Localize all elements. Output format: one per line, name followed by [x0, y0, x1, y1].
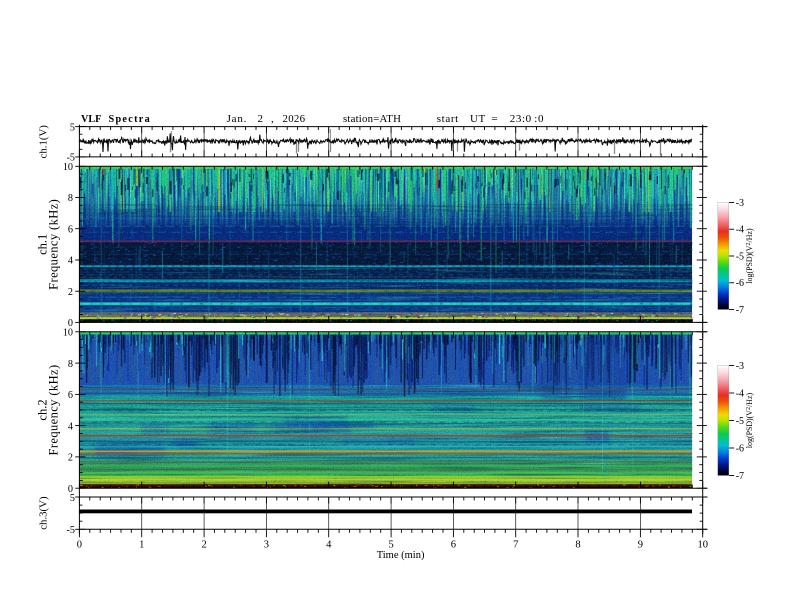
svg-text:-4: -4	[736, 225, 744, 236]
svg-text:-7: -7	[736, 471, 744, 482]
svg-text:6: 6	[451, 540, 456, 551]
svg-text:4: 4	[68, 421, 73, 432]
svg-text:Jan.: Jan.	[227, 113, 248, 125]
svg-text:-3: -3	[736, 361, 744, 372]
svg-text:ch.1(V): ch.1(V)	[38, 125, 50, 159]
svg-text:10: 10	[63, 328, 73, 339]
svg-text:ch.3(V): ch.3(V)	[38, 496, 50, 530]
svg-text:station=ATH: station=ATH	[343, 113, 401, 125]
svg-text:4: 4	[326, 540, 332, 551]
svg-text:6: 6	[68, 224, 73, 235]
svg-text:0: 0	[77, 540, 82, 551]
svg-text:log(PSD)(V2/Hz): log(PSD)(V2/Hz)	[745, 228, 754, 284]
svg-text:start: start	[437, 113, 459, 125]
svg-text:2: 2	[68, 453, 73, 464]
svg-text:-6: -6	[736, 443, 744, 454]
svg-text:8: 8	[575, 540, 580, 551]
svg-text:-4: -4	[736, 388, 744, 399]
svg-text:23:0: 23:0	[510, 113, 532, 125]
svg-text:-7: -7	[736, 305, 744, 316]
svg-text:7: 7	[513, 540, 518, 551]
svg-text:2: 2	[201, 540, 206, 551]
svg-text:-5: -5	[67, 525, 76, 536]
svg-text:5: 5	[70, 493, 75, 504]
svg-text:8: 8	[68, 193, 73, 204]
svg-text:3: 3	[264, 540, 269, 551]
svg-text:2: 2	[68, 287, 73, 298]
svg-text:Frequency (kHz): Frequency (kHz)	[47, 364, 61, 455]
svg-text:-6: -6	[736, 278, 744, 289]
svg-text:=: =	[491, 113, 497, 125]
svg-text:Spectra: Spectra	[109, 114, 151, 125]
svg-text::0: :0	[534, 113, 544, 125]
svg-text:Frequency (kHz): Frequency (kHz)	[47, 199, 61, 290]
svg-text:2026: 2026	[283, 113, 306, 125]
svg-text:8: 8	[68, 359, 73, 370]
svg-text:4: 4	[68, 256, 73, 267]
svg-text:-3: -3	[736, 198, 744, 209]
svg-text:Time (min): Time (min)	[377, 550, 425, 561]
svg-text:1: 1	[139, 540, 144, 551]
svg-text:log(PSD)(V2/Hz): log(PSD)(V2/Hz)	[745, 393, 754, 449]
svg-text:9: 9	[638, 540, 643, 551]
svg-text:VLF: VLF	[81, 114, 101, 125]
svg-text:2: 2	[258, 113, 264, 125]
svg-text:5: 5	[70, 122, 75, 133]
svg-text:6: 6	[68, 390, 73, 401]
svg-text:,: ,	[271, 113, 274, 125]
svg-text:-5: -5	[736, 251, 744, 262]
svg-text:UT: UT	[470, 113, 486, 125]
svg-text:-5: -5	[736, 416, 744, 427]
svg-text:10: 10	[63, 162, 73, 173]
svg-text:10: 10	[697, 540, 708, 551]
